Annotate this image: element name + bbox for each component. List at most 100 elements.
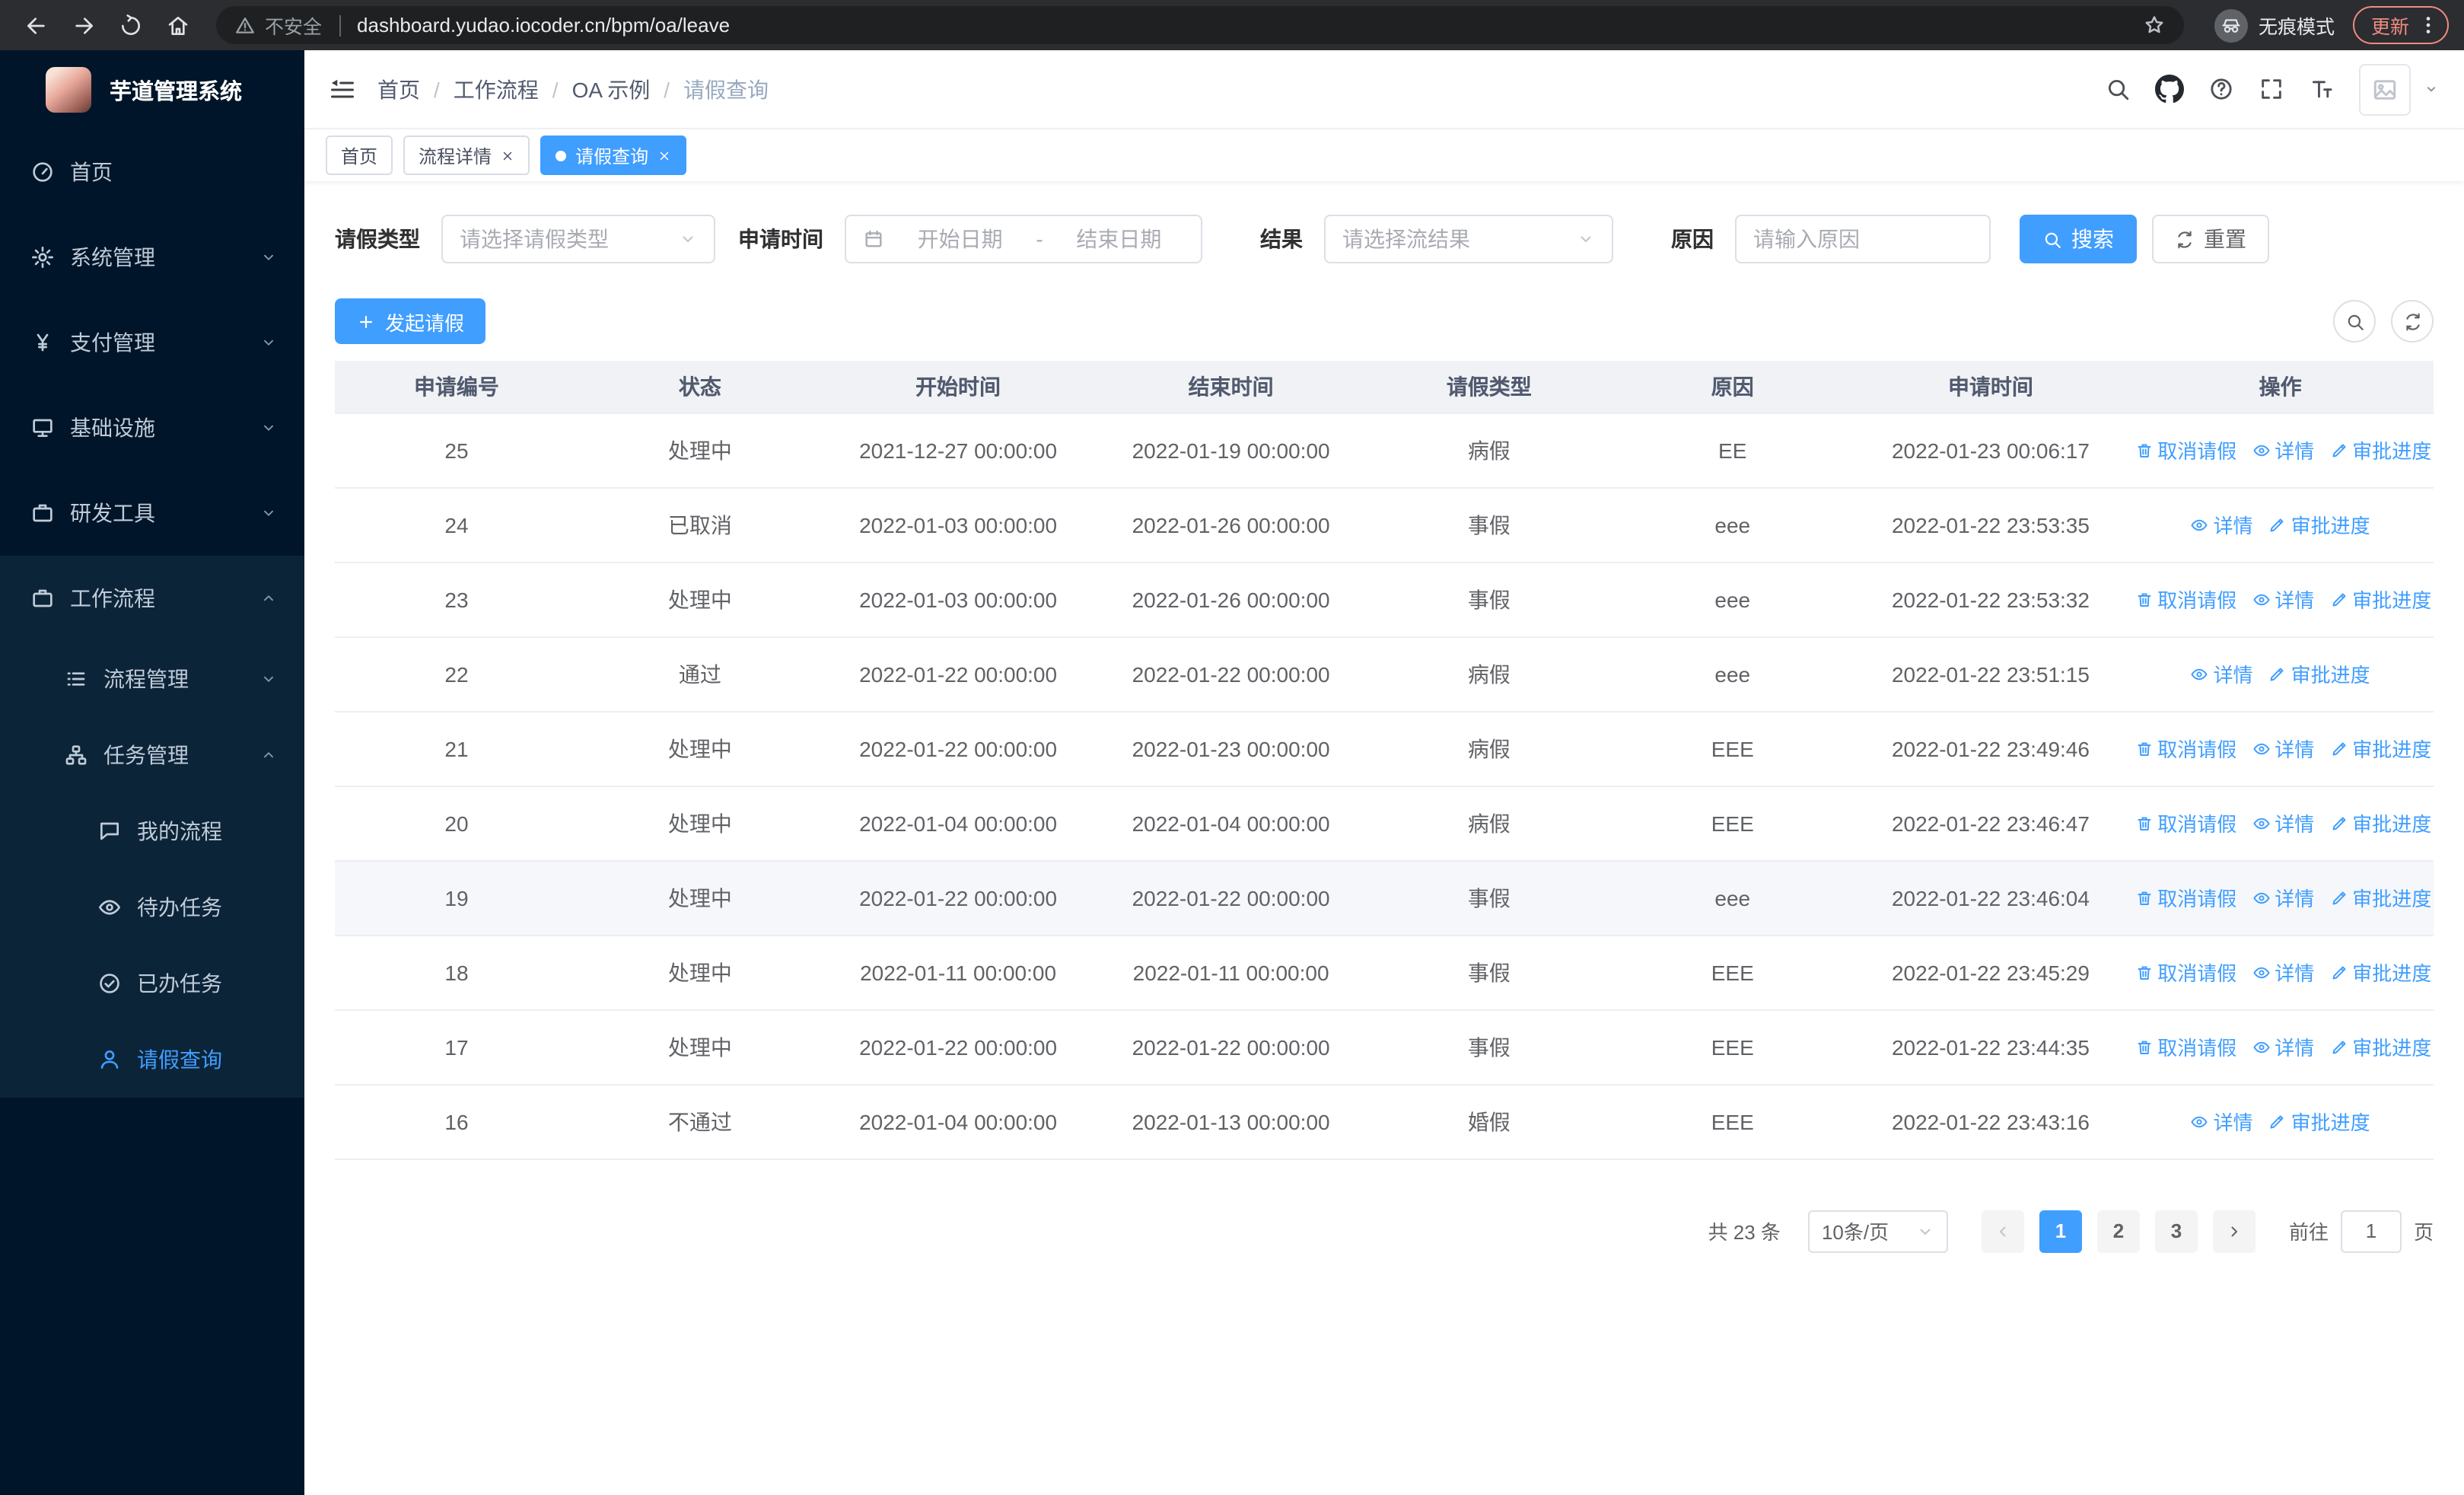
toggle-search-button[interactable] <box>2333 300 2376 343</box>
sidebar-item[interactable]: 待办任务 <box>0 869 304 945</box>
address-bar[interactable]: 不安全 dashboard.yudao.iocoder.cn/bpm/oa/le… <box>216 6 2184 44</box>
reset-button[interactable]: 重置 <box>2152 215 2269 263</box>
sidebar-item[interactable]: 系统管理 <box>0 215 304 300</box>
sidebar-item[interactable]: 任务管理 <box>0 717 304 793</box>
approval-progress-link[interactable]: 审批进度 <box>2268 659 2370 688</box>
cancel-leave-link[interactable]: 取消请假 <box>2135 883 2236 912</box>
approval-progress-link[interactable]: 审批进度 <box>2329 734 2431 763</box>
apply-time-range-picker[interactable]: 开始日期 - 结束日期 <box>845 215 1202 263</box>
sidebar-item[interactable]: 流程管理 <box>0 641 304 717</box>
tab-item[interactable]: 请假查询 <box>540 135 687 175</box>
page-button[interactable]: 2 <box>2096 1210 2140 1252</box>
breadcrumb-item[interactable]: 首页 <box>377 74 420 104</box>
cancel-leave-link[interactable]: 取消请假 <box>2135 435 2236 464</box>
chevron-down-icon[interactable] <box>2423 81 2440 97</box>
cell-reason: eee <box>1610 636 1854 712</box>
page-size-select[interactable]: 10条/页 <box>1807 1210 1948 1252</box>
create-leave-label: 发起请假 <box>385 311 465 334</box>
browser-home-button[interactable] <box>157 5 198 46</box>
detail-link[interactable]: 详情 <box>2252 958 2314 987</box>
tab-item[interactable]: 流程详情 <box>403 135 530 175</box>
page-button[interactable]: 1 <box>2039 1210 2082 1252</box>
breadcrumb-item: 请假查询 <box>683 77 769 101</box>
approval-progress-link[interactable]: 审批进度 <box>2329 435 2431 464</box>
goto-page-input[interactable] <box>2340 1210 2402 1252</box>
start-date-placeholder[interactable]: 开始日期 <box>895 224 1025 254</box>
approval-progress-link[interactable]: 审批进度 <box>2329 883 2431 912</box>
cell-type: 事假 <box>1367 487 1611 563</box>
tab-label: 流程详情 <box>419 145 492 167</box>
tab-bar: 首页 流程详情 请假查询 <box>304 129 2464 181</box>
browser-forward-button[interactable] <box>62 5 103 46</box>
sidebar-item[interactable]: 支付管理 <box>0 300 304 385</box>
sidebar-item[interactable]: 请假查询 <box>0 1022 304 1098</box>
detail-link[interactable]: 详情 <box>2252 734 2314 763</box>
chevron-down-icon <box>260 671 277 687</box>
detail-link[interactable]: 详情 <box>2252 808 2314 837</box>
cell-actions: 详情 审批进度 <box>2127 487 2434 563</box>
approval-progress-link[interactable]: 审批进度 <box>2329 808 2431 837</box>
url-text[interactable]: dashboard.yudao.iocoder.cn/bpm/oa/leave <box>357 14 2134 37</box>
sidebar-item[interactable]: 我的流程 <box>0 793 304 869</box>
github-icon[interactable] <box>2155 75 2184 104</box>
sidebar-item[interactable]: 研发工具 <box>0 470 304 556</box>
reason-input[interactable] <box>1753 227 1972 251</box>
browser-back-button[interactable] <box>15 5 56 46</box>
approval-progress-link[interactable]: 审批进度 <box>2329 958 2431 987</box>
result-select[interactable]: 请选择流结果 <box>1324 215 1613 263</box>
cell-type: 病假 <box>1367 786 1611 861</box>
cell-status: 处理中 <box>578 413 822 488</box>
refresh-table-button[interactable] <box>2391 300 2434 343</box>
create-leave-button[interactable]: 发起请假 <box>335 298 486 344</box>
search-icon[interactable] <box>2105 76 2131 102</box>
prev-page-button[interactable] <box>1981 1210 2024 1252</box>
cancel-leave-link[interactable]: 取消请假 <box>2135 734 2236 763</box>
leave-type-select[interactable]: 请选择请假类型 <box>441 215 715 263</box>
detail-link[interactable]: 详情 <box>2252 1032 2314 1061</box>
sidebar-item[interactable]: 基础设施 <box>0 385 304 470</box>
sidebar-item[interactable]: 首页 <box>0 129 304 215</box>
user-avatar[interactable] <box>2359 63 2411 115</box>
end-date-placeholder[interactable]: 结束日期 <box>1054 224 1184 254</box>
browser-reload-button[interactable] <box>110 5 151 46</box>
collapse-sidebar-icon[interactable] <box>329 75 356 103</box>
search-button[interactable]: 搜索 <box>2020 215 2137 263</box>
tab-item[interactable]: 首页 <box>326 135 393 175</box>
cell-actions: 取消请假 详情 审批进度 <box>2127 860 2434 936</box>
breadcrumb-item[interactable]: 工作流程 <box>454 74 539 104</box>
detail-link[interactable]: 详情 <box>2191 1107 2253 1136</box>
font-size-icon[interactable] <box>2309 76 2335 102</box>
detail-link[interactable]: 详情 <box>2252 585 2314 614</box>
detail-link[interactable]: 详情 <box>2252 883 2314 912</box>
help-icon[interactable] <box>2208 76 2234 102</box>
result-placeholder: 请选择流结果 <box>1342 227 1470 251</box>
cancel-leave-link[interactable]: 取消请假 <box>2135 808 2236 837</box>
cancel-leave-link[interactable]: 取消请假 <box>2135 958 2236 987</box>
detail-link[interactable]: 详情 <box>2191 659 2253 688</box>
cancel-leave-link[interactable]: 取消请假 <box>2135 1032 2236 1061</box>
approval-progress-link[interactable]: 审批进度 <box>2329 585 2431 614</box>
approval-progress-link[interactable]: 审批进度 <box>2329 1032 2431 1061</box>
detail-link[interactable]: 详情 <box>2191 510 2253 539</box>
update-button[interactable]: 更新 <box>2352 6 2449 44</box>
tab-close-icon[interactable] <box>657 148 671 162</box>
approval-progress-link[interactable]: 审批进度 <box>2268 1107 2370 1136</box>
bookmark-star-icon[interactable] <box>2143 14 2166 37</box>
browser-menu-icon[interactable] <box>2417 14 2440 37</box>
table-row: 21 处理中 2022-01-22 00:00:00 2022-01-23 00:00… <box>335 711 2434 786</box>
app-logo[interactable]: 芋道管理系统 <box>0 50 304 129</box>
breadcrumb-item[interactable]: OA 示例 <box>572 74 651 104</box>
cancel-leave-link[interactable]: 取消请假 <box>2135 585 2236 614</box>
flow-icon <box>64 743 88 767</box>
page-button[interactable]: 3 <box>2154 1210 2198 1252</box>
detail-link[interactable]: 详情 <box>2252 435 2314 464</box>
sidebar-item[interactable]: 工作流程 <box>0 556 304 641</box>
next-page-button[interactable] <box>2212 1210 2255 1252</box>
tab-close-icon[interactable] <box>501 148 514 162</box>
tab-active-dot <box>556 150 567 161</box>
approval-progress-link[interactable]: 审批进度 <box>2268 510 2370 539</box>
sidebar-item[interactable]: 已办任务 <box>0 945 304 1022</box>
fullscreen-icon[interactable] <box>2259 76 2284 102</box>
briefcase-icon <box>30 501 55 525</box>
security-warning[interactable]: 不安全 <box>265 11 322 40</box>
